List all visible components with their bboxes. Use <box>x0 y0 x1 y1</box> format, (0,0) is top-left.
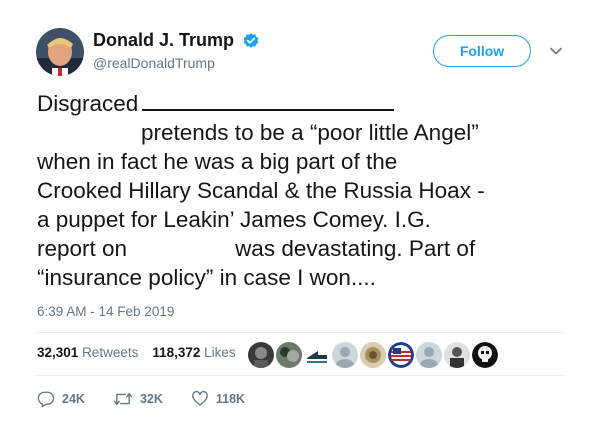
liker-avatar[interactable] <box>304 342 330 368</box>
tweet-line-text: when in fact he was a big part of the <box>37 149 398 174</box>
tweet-line-text: was devastating. Part of <box>235 236 476 261</box>
author-display-name[interactable]: Donald J. Trump <box>93 30 234 51</box>
author-info: Donald J. Trump @realDonaldTrump <box>93 30 260 71</box>
likes-stat[interactable]: 118,372 Likes <box>152 345 235 360</box>
tweet-line: when in fact he was a big part of the <box>37 147 577 176</box>
tweet-actions: 24K 32K 118K <box>37 390 273 408</box>
retweets-count: 32,301 <box>37 345 79 360</box>
tweet-line-text: pretends to be a “poor little Angel” <box>141 120 479 145</box>
tweet-line: Disgraced <box>37 89 577 118</box>
retweet-icon <box>113 392 133 406</box>
divider <box>37 375 563 376</box>
tweet-line: pretends to be a “poor little Angel” <box>37 118 577 147</box>
tweet-line-text: Crooked Hillary Scandal & the Russia Hoa… <box>37 178 485 203</box>
engagement-stats: 32,301 Retweets 118,372 Likes <box>37 345 250 360</box>
like-action[interactable]: 118K <box>191 390 245 408</box>
tweet-line-text: report on <box>37 236 128 261</box>
retweet-count: 32K <box>139 392 163 406</box>
liker-avatar[interactable] <box>416 342 442 368</box>
like-count: 118K <box>215 392 246 406</box>
retweet-action[interactable]: 32K <box>113 390 163 408</box>
tweet-line: report on was devastating. Part of <box>37 234 577 263</box>
liker-avatar[interactable] <box>276 342 302 368</box>
tweet-line: Crooked Hillary Scandal & the Russia Hoa… <box>37 176 577 205</box>
author-avatar[interactable] <box>36 28 84 76</box>
liker-avatar[interactable] <box>360 342 386 368</box>
tweet-line: a puppet for Leakin’ James Comey. I.G. <box>37 205 577 234</box>
tweet-line-text: a puppet for Leakin’ James Comey. I.G. <box>37 207 431 232</box>
likes-label: Likes <box>204 345 236 360</box>
tweet-line-text: Disgraced <box>37 91 139 116</box>
liker-avatars <box>248 342 500 368</box>
heart-icon <box>192 390 208 406</box>
chevron-down-icon[interactable] <box>549 44 563 58</box>
reply-count: 24K <box>62 392 85 406</box>
liker-avatar[interactable] <box>472 342 498 368</box>
liker-avatar[interactable] <box>444 342 470 368</box>
reply-action[interactable]: 24K <box>37 390 85 408</box>
retweets-stat[interactable]: 32,301 Retweets <box>37 345 138 360</box>
liker-avatar[interactable] <box>248 342 274 368</box>
retweets-label: Retweets <box>82 345 139 360</box>
tweet-text: Disgraced pretends to be a “poor little … <box>37 89 577 292</box>
tweet-line-text: “insurance policy” in case I won.... <box>37 265 376 290</box>
likes-count: 118,372 <box>152 345 201 360</box>
redacted-blank <box>142 91 395 111</box>
liker-avatar[interactable] <box>388 342 414 368</box>
tweet-card: Donald J. Trump @realDonaldTrump Follow … <box>0 0 600 429</box>
verified-badge-icon <box>244 32 259 48</box>
tweet-timestamp[interactable]: 6:39 AM - 14 Feb 2019 <box>37 304 174 319</box>
divider <box>37 332 563 333</box>
liker-avatar[interactable] <box>332 342 358 368</box>
tweet-line: “insurance policy” in case I won.... <box>37 263 577 292</box>
follow-button[interactable]: Follow <box>433 35 531 67</box>
reply-icon <box>37 391 55 408</box>
author-handle[interactable]: @realDonaldTrump <box>93 55 260 71</box>
